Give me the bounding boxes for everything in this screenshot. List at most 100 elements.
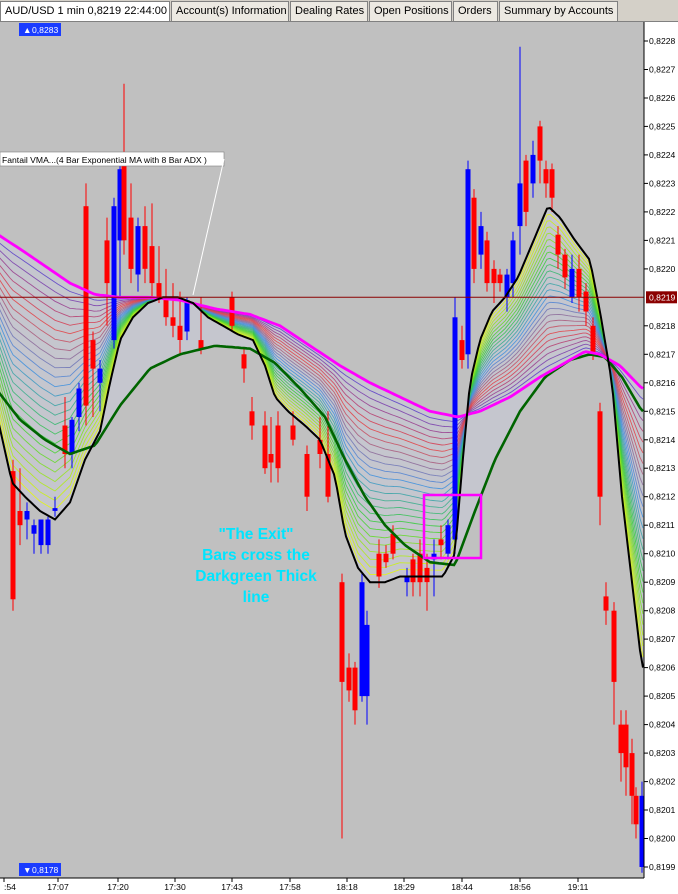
- price-bar[interactable]: [24, 511, 30, 520]
- price-bar[interactable]: [555, 234, 561, 255]
- price-bar[interactable]: [241, 354, 247, 369]
- price-bar[interactable]: [104, 240, 110, 284]
- price-bar[interactable]: [262, 425, 268, 469]
- y-tick-label: 0,8225: [649, 121, 676, 131]
- price-bar[interactable]: [156, 283, 162, 298]
- tab-orders[interactable]: Orders: [453, 1, 498, 21]
- price-bar[interactable]: [52, 508, 58, 511]
- price-bar[interactable]: [249, 411, 255, 426]
- tab-bar: AUD/USD 1 min 0,8219 22:44:00 Account(s)…: [0, 0, 678, 22]
- price-bar[interactable]: [290, 425, 296, 440]
- x-tick-label: :54: [4, 882, 16, 892]
- price-bar[interactable]: [383, 553, 389, 563]
- price-bar[interactable]: [543, 169, 549, 184]
- price-bar[interactable]: [268, 454, 274, 463]
- current-price-tag-label: 0,8219: [649, 292, 676, 302]
- price-bar[interactable]: [83, 206, 89, 406]
- price-bar[interactable]: [484, 240, 490, 284]
- price-bar[interactable]: [149, 246, 155, 284]
- price-bar[interactable]: [562, 254, 568, 278]
- price-bar[interactable]: [177, 325, 183, 340]
- price-bar[interactable]: [523, 160, 529, 212]
- low-marker-arrow: ▼: [23, 865, 32, 875]
- price-bar[interactable]: [352, 667, 358, 711]
- price-bar[interactable]: [364, 624, 370, 697]
- price-bar[interactable]: [135, 226, 141, 275]
- price-bar[interactable]: [424, 567, 430, 583]
- price-bar[interactable]: [611, 610, 617, 682]
- tab-summary-by-accounts[interactable]: Summary by Accounts: [499, 1, 618, 21]
- price-bar[interactable]: [410, 559, 416, 583]
- price-bar[interactable]: [38, 519, 44, 546]
- price-bar[interactable]: [590, 325, 596, 355]
- price-bar[interactable]: [170, 317, 176, 326]
- y-tick-label: 0,8222: [649, 207, 676, 217]
- price-bar[interactable]: [549, 169, 555, 198]
- price-bar[interactable]: [452, 317, 458, 540]
- tab-chart-audusd[interactable]: AUD/USD 1 min 0,8219 22:44:00: [0, 1, 170, 21]
- price-chart[interactable]: Fantail VMA...(4 Bar Exponential MA with…: [0, 22, 678, 894]
- price-bar[interactable]: [376, 553, 382, 577]
- y-tick-label: 0,8215: [649, 406, 676, 416]
- y-tick-label: 0,8216: [649, 378, 676, 388]
- price-bar[interactable]: [537, 126, 543, 161]
- price-bar[interactable]: [198, 340, 204, 349]
- current-price-tag: 0,8219: [646, 291, 677, 304]
- price-bar[interactable]: [76, 388, 82, 418]
- price-bar[interactable]: [491, 268, 497, 284]
- price-bar[interactable]: [465, 169, 471, 355]
- x-tick-label: 18:18: [336, 882, 358, 892]
- price-bar[interactable]: [111, 206, 117, 341]
- price-bar[interactable]: [618, 724, 624, 754]
- price-bar[interactable]: [128, 217, 134, 269]
- price-bar[interactable]: [517, 183, 523, 227]
- price-bar[interactable]: [576, 268, 582, 298]
- price-bar[interactable]: [623, 724, 629, 768]
- price-bar[interactable]: [142, 226, 148, 269]
- price-bar[interactable]: [69, 419, 75, 454]
- tab-account-information[interactable]: Account(s) Information: [171, 1, 289, 21]
- price-bar[interactable]: [629, 753, 635, 796]
- price-bar[interactable]: [569, 268, 575, 298]
- price-bar[interactable]: [583, 291, 589, 312]
- price-bar[interactable]: [530, 154, 536, 184]
- y-tick-label: 0,8199: [649, 862, 676, 872]
- y-tick-label: 0,8218: [649, 321, 676, 331]
- price-bar[interactable]: [304, 454, 310, 497]
- price-bar[interactable]: [603, 596, 609, 611]
- price-bar[interactable]: [471, 197, 477, 269]
- y-tick-label: 0,8224: [649, 150, 676, 160]
- y-tick-label: 0,8203: [649, 748, 676, 758]
- price-bar[interactable]: [121, 154, 127, 241]
- price-bar[interactable]: [459, 340, 465, 360]
- x-tick-label: 18:44: [451, 882, 473, 892]
- price-bar[interactable]: [346, 667, 352, 691]
- price-bar[interactable]: [633, 795, 639, 825]
- price-bar[interactable]: [31, 525, 37, 534]
- tab-dealing-rates[interactable]: Dealing Rates: [290, 1, 368, 21]
- price-bar[interactable]: [597, 411, 603, 497]
- y-tick-label: 0,8217: [649, 349, 676, 359]
- high-marker-arrow: ▲: [23, 25, 32, 35]
- price-bar[interactable]: [478, 226, 484, 255]
- tab-open-positions[interactable]: Open Positions: [369, 1, 452, 21]
- price-bar[interactable]: [510, 240, 516, 284]
- x-tick-label: 17:30: [164, 882, 186, 892]
- price-bar[interactable]: [45, 519, 51, 546]
- price-bar[interactable]: [10, 471, 16, 600]
- x-tick-label: 18:56: [509, 882, 531, 892]
- price-bar[interactable]: [184, 300, 190, 332]
- price-bar[interactable]: [17, 511, 23, 526]
- x-tick-label: 17:43: [221, 882, 243, 892]
- price-bar[interactable]: [497, 274, 503, 284]
- y-tick-label: 0,8210: [649, 549, 676, 559]
- price-bar[interactable]: [275, 425, 281, 469]
- x-tick-label: 17:20: [107, 882, 129, 892]
- price-bar[interactable]: [339, 582, 345, 682]
- price-bar[interactable]: [359, 582, 365, 697]
- price-bar[interactable]: [438, 539, 444, 546]
- price-bar[interactable]: [445, 525, 451, 554]
- price-bar[interactable]: [90, 340, 96, 369]
- price-bar[interactable]: [97, 368, 103, 383]
- y-tick-label: 0,8207: [649, 634, 676, 644]
